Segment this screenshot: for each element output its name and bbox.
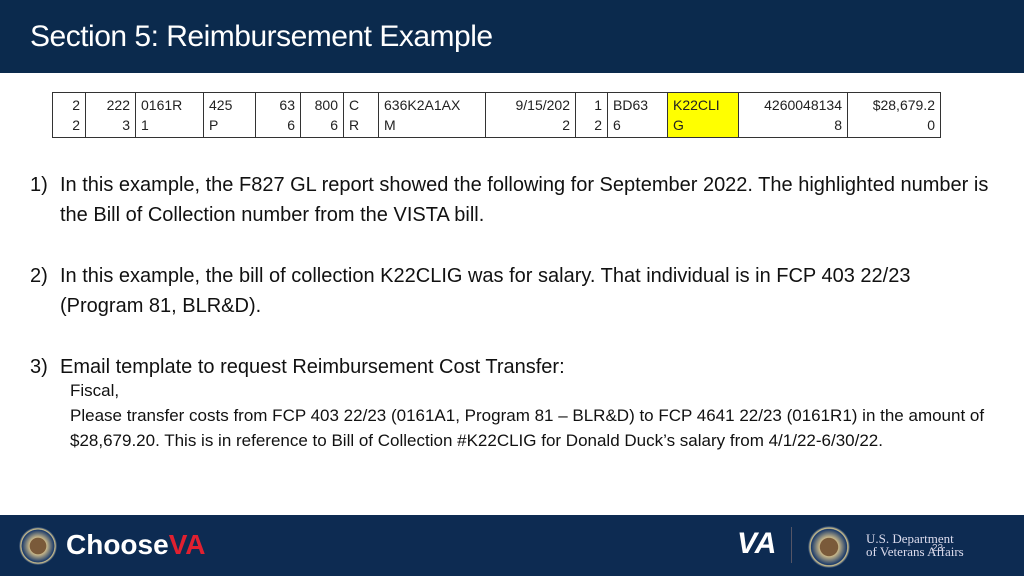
cell-text: G: [673, 117, 684, 133]
title-bar: Section 5: Reimbursement Example: [0, 0, 1024, 73]
footer: ChooseVA VA U.S. Department of Veterans A…: [0, 515, 1024, 576]
list-item: 1) In this example, the F827 GL report sh…: [30, 170, 990, 230]
cell-text: 9/15/202: [515, 97, 571, 113]
item-number: 2): [30, 265, 48, 287]
cell-text: 1: [594, 97, 602, 113]
cell-text: K22CLI: [673, 97, 720, 113]
table-cell: 9/15/202 2: [485, 92, 576, 138]
table-cell: 636K2A1AX M: [378, 92, 486, 138]
cell-text: P: [209, 117, 219, 133]
content: 1) In this example, the F827 GL report sh…: [30, 170, 990, 453]
item-text: In this example, the F827 GL report show…: [60, 174, 989, 226]
cell-text: 6: [330, 117, 338, 133]
cell-text: 3: [122, 117, 130, 133]
table-cell: BD63 6: [607, 92, 668, 138]
cell-text: 1: [141, 117, 149, 133]
table-cell: 63 6: [255, 92, 301, 138]
va-seal-icon: [19, 527, 57, 565]
cell-text: R: [349, 117, 360, 133]
cell-text: 4260048134: [764, 97, 842, 113]
cell-text: 6: [287, 117, 295, 133]
choose-va-logo: ChooseVA: [66, 529, 206, 560]
table-cell: 12: [575, 92, 608, 138]
gl-report-table: 2 2 222 3 0161R 1 425 P 63 6 800 6 C R 636K2A1AX M 9/15/…: [52, 92, 941, 138]
email-template: Fiscal, Please transfer costs from FCP 4…: [70, 378, 990, 453]
cell-text: 63: [279, 97, 295, 113]
list-item: 2) In this example, the bill of collectio…: [30, 261, 990, 321]
table-row: 2 2 222 3 0161R 1 425 P 63 6 800 6 C R 636K2A1AX M 9/15/…: [52, 92, 941, 138]
table-cell: 22: [52, 92, 86, 138]
table-cell: 800 6: [300, 92, 344, 138]
table-cell: 425 P: [203, 92, 256, 138]
cell-text: 222: [106, 97, 130, 113]
cell-text: 2: [562, 117, 570, 133]
cell-text: BD63: [613, 97, 649, 113]
cell-text: M: [384, 117, 396, 133]
department-name: U.S. Department of Veterans Affairs: [866, 531, 964, 559]
page-title: Section 5: Reimbursement Example: [30, 20, 493, 53]
cell-text: 425: [209, 97, 233, 113]
va-seal-icon: [808, 526, 850, 568]
cell-text: 8: [834, 117, 842, 133]
cell-text: 2: [72, 117, 80, 133]
table-cell: 4260048134 8: [738, 92, 848, 138]
table-cell: 0161R 1: [135, 92, 204, 138]
va-logo: VA: [737, 527, 777, 560]
cell-text: 0: [927, 117, 935, 133]
page-number: 23: [932, 543, 944, 554]
item-text: Email template to request Reimbursement …: [60, 356, 565, 378]
item-number: 1): [30, 174, 48, 196]
cell-text: $28,679.2: [872, 97, 935, 113]
table-cell: K22CLI G: [667, 92, 739, 138]
table-cell: CR: [343, 92, 379, 138]
item-text: In this example, the bill of collection …: [60, 265, 911, 317]
cell-text: 2: [594, 117, 602, 133]
divider: [791, 527, 792, 563]
table-cell: $28,679.2 0: [847, 92, 941, 138]
table-cell: 222 3: [85, 92, 136, 138]
item-number: 3): [30, 356, 48, 378]
cell-text: 0161R: [141, 97, 183, 113]
cell-text: 2: [72, 97, 80, 113]
cell-text: 800: [314, 97, 338, 113]
email-body: Please transfer costs from FCP 403 22/23…: [70, 406, 985, 450]
cell-text: C: [349, 97, 360, 113]
cell-text: 6: [613, 117, 621, 133]
cell-text: 636K2A1AX: [384, 97, 461, 113]
